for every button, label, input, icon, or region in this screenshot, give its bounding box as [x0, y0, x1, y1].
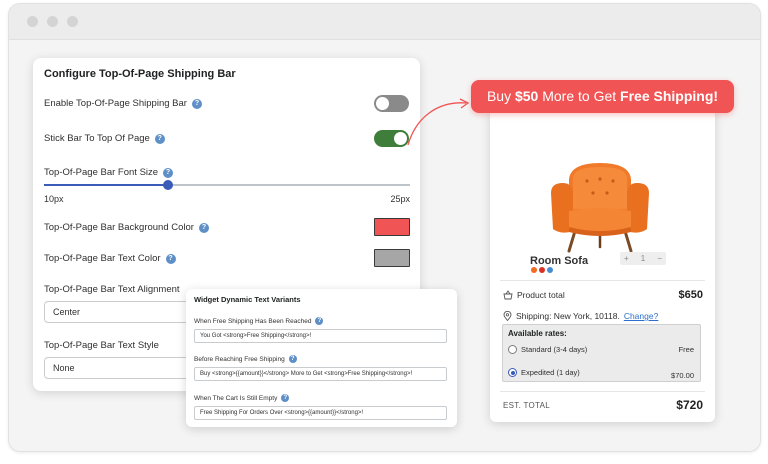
bg-color-swatch[interactable] [374, 218, 410, 236]
font-size-max: 25px [390, 194, 410, 204]
window-dot-icon [67, 16, 78, 27]
quantity-stepper: + 1 − [620, 252, 666, 265]
shipping-row: Shipping: New York, 10118. Change? [503, 311, 703, 321]
qty-value: 1 [640, 254, 646, 263]
location-pin-icon [503, 311, 512, 321]
browser-chrome [9, 4, 760, 40]
reached-label: When Free Shipping Has Been Reached [194, 317, 312, 325]
dynamic-text-variants-card: Widget Dynamic Text Variants When Free S… [186, 289, 457, 427]
font-size-min: 10px [44, 194, 64, 204]
enable-bar-row: Enable Top-Of-Page Shipping Bar ? [44, 98, 202, 109]
variants-title: Widget Dynamic Text Variants [194, 295, 301, 304]
bg-color-row: Top-Of-Page Bar Background Color ? [44, 222, 209, 233]
rates-title: Available rates: [508, 329, 567, 338]
divider [500, 280, 705, 281]
enable-bar-label: Enable Top-Of-Page Shipping Bar [44, 98, 187, 109]
rate-label: Standard (3-4 days) [521, 345, 588, 354]
font-size-slider-handle[interactable] [163, 180, 173, 190]
help-icon[interactable]: ? [191, 98, 202, 109]
before-label: Before Reaching Free Shipping [194, 355, 285, 363]
text-style-row: Top-Of-Page Bar Text Style [44, 340, 159, 351]
font-size-label: Top-Of-Page Bar Font Size [44, 167, 159, 178]
alignment-label: Top-Of-Page Bar Text Alignment [44, 284, 180, 295]
rate-option[interactable]: Standard (3-4 days) Free [508, 345, 694, 354]
rate-price: Free [678, 345, 694, 354]
banner-goal: Free Shipping! [620, 88, 719, 104]
color-option-dot[interactable] [539, 267, 545, 273]
qty-decrement-button[interactable]: + [624, 254, 629, 263]
window-dot-icon [47, 16, 58, 27]
font-size-row: Top-Of-Page Bar Font Size ? [44, 167, 174, 178]
armchair-icon [551, 163, 649, 253]
product-name: Room Sofa [530, 255, 589, 267]
toggle-knob [376, 97, 389, 110]
font-size-slider-track[interactable] [44, 184, 410, 186]
est-total-row: EST. TOTAL $720 [503, 398, 703, 412]
est-total-label: EST. TOTAL [503, 400, 551, 410]
help-icon[interactable]: ? [315, 317, 324, 325]
empty-text-input[interactable]: Free Shipping For Orders Over <strong>{{… [194, 406, 447, 420]
before-text-input[interactable]: Buy <strong>{{amount}}</strong> More to … [194, 367, 447, 381]
help-icon[interactable]: ? [288, 355, 297, 363]
stick-bar-row: Stick Bar To Top Of Page ? [44, 133, 165, 144]
rate-radio[interactable] [508, 368, 517, 377]
color-option-dot[interactable] [547, 267, 553, 273]
empty-row: When The Cart Is Still Empty ? [194, 394, 290, 402]
bg-color-label: Top-Of-Page Bar Background Color [44, 222, 194, 233]
est-total-value: $720 [676, 398, 703, 412]
cart-preview-panel: Room Sofa + 1 − Product total $650 Shipp… [490, 104, 715, 422]
settings-title: Configure Top-Of-Page Shipping Bar [44, 68, 236, 80]
text-color-label: Top-Of-Page Bar Text Color [44, 253, 161, 264]
rate-price: $70.00 [671, 371, 694, 380]
product-total-value: $650 [678, 289, 703, 301]
rate-option[interactable]: Expedited (1 day) $70.00 [508, 365, 694, 380]
free-shipping-banner: Buy $50 More to Get Free Shipping! [471, 80, 734, 113]
text-style-label: Top-Of-Page Bar Text Style [44, 340, 159, 351]
change-address-link[interactable]: Change? [624, 311, 659, 321]
reached-text-input[interactable]: You Got <strong>Free Shipping</strong>! [194, 329, 447, 343]
help-icon[interactable]: ? [154, 133, 165, 144]
banner-amount: $50 [514, 88, 539, 104]
color-option-dot[interactable] [531, 267, 537, 273]
banner-mid: More to Get [538, 88, 621, 104]
qty-increment-button[interactable]: − [657, 254, 662, 263]
basket-icon [503, 290, 513, 300]
curved-arrow-icon [407, 98, 470, 146]
shipping-address: Shipping: New York, 10118. [516, 311, 620, 321]
help-icon[interactable]: ? [163, 167, 174, 178]
help-icon[interactable]: ? [198, 222, 209, 233]
product-total-label: Product total [517, 290, 565, 300]
stick-bar-label: Stick Bar To Top Of Page [44, 133, 150, 144]
product-total-row: Product total $650 [503, 289, 703, 301]
before-row: Before Reaching Free Shipping ? [194, 355, 297, 363]
window-dot-icon [27, 16, 38, 27]
sofa-image [545, 159, 655, 254]
empty-label: When The Cart Is Still Empty [194, 394, 278, 402]
help-icon[interactable]: ? [281, 394, 290, 402]
rate-label: Expedited (1 day) [521, 368, 580, 377]
divider [500, 391, 705, 392]
alignment-row: Top-Of-Page Bar Text Alignment [44, 284, 180, 295]
help-icon[interactable]: ? [165, 253, 176, 264]
text-color-row: Top-Of-Page Bar Text Color ? [44, 253, 176, 264]
banner-pre: Buy [486, 88, 515, 104]
font-size-slider-fill [44, 184, 168, 186]
available-rates-box: Available rates: Standard (3-4 days) Fre… [502, 324, 701, 382]
text-color-swatch[interactable] [374, 249, 410, 267]
rate-radio[interactable] [508, 345, 517, 354]
reached-row: When Free Shipping Has Been Reached ? [194, 317, 324, 325]
color-options [531, 267, 553, 273]
